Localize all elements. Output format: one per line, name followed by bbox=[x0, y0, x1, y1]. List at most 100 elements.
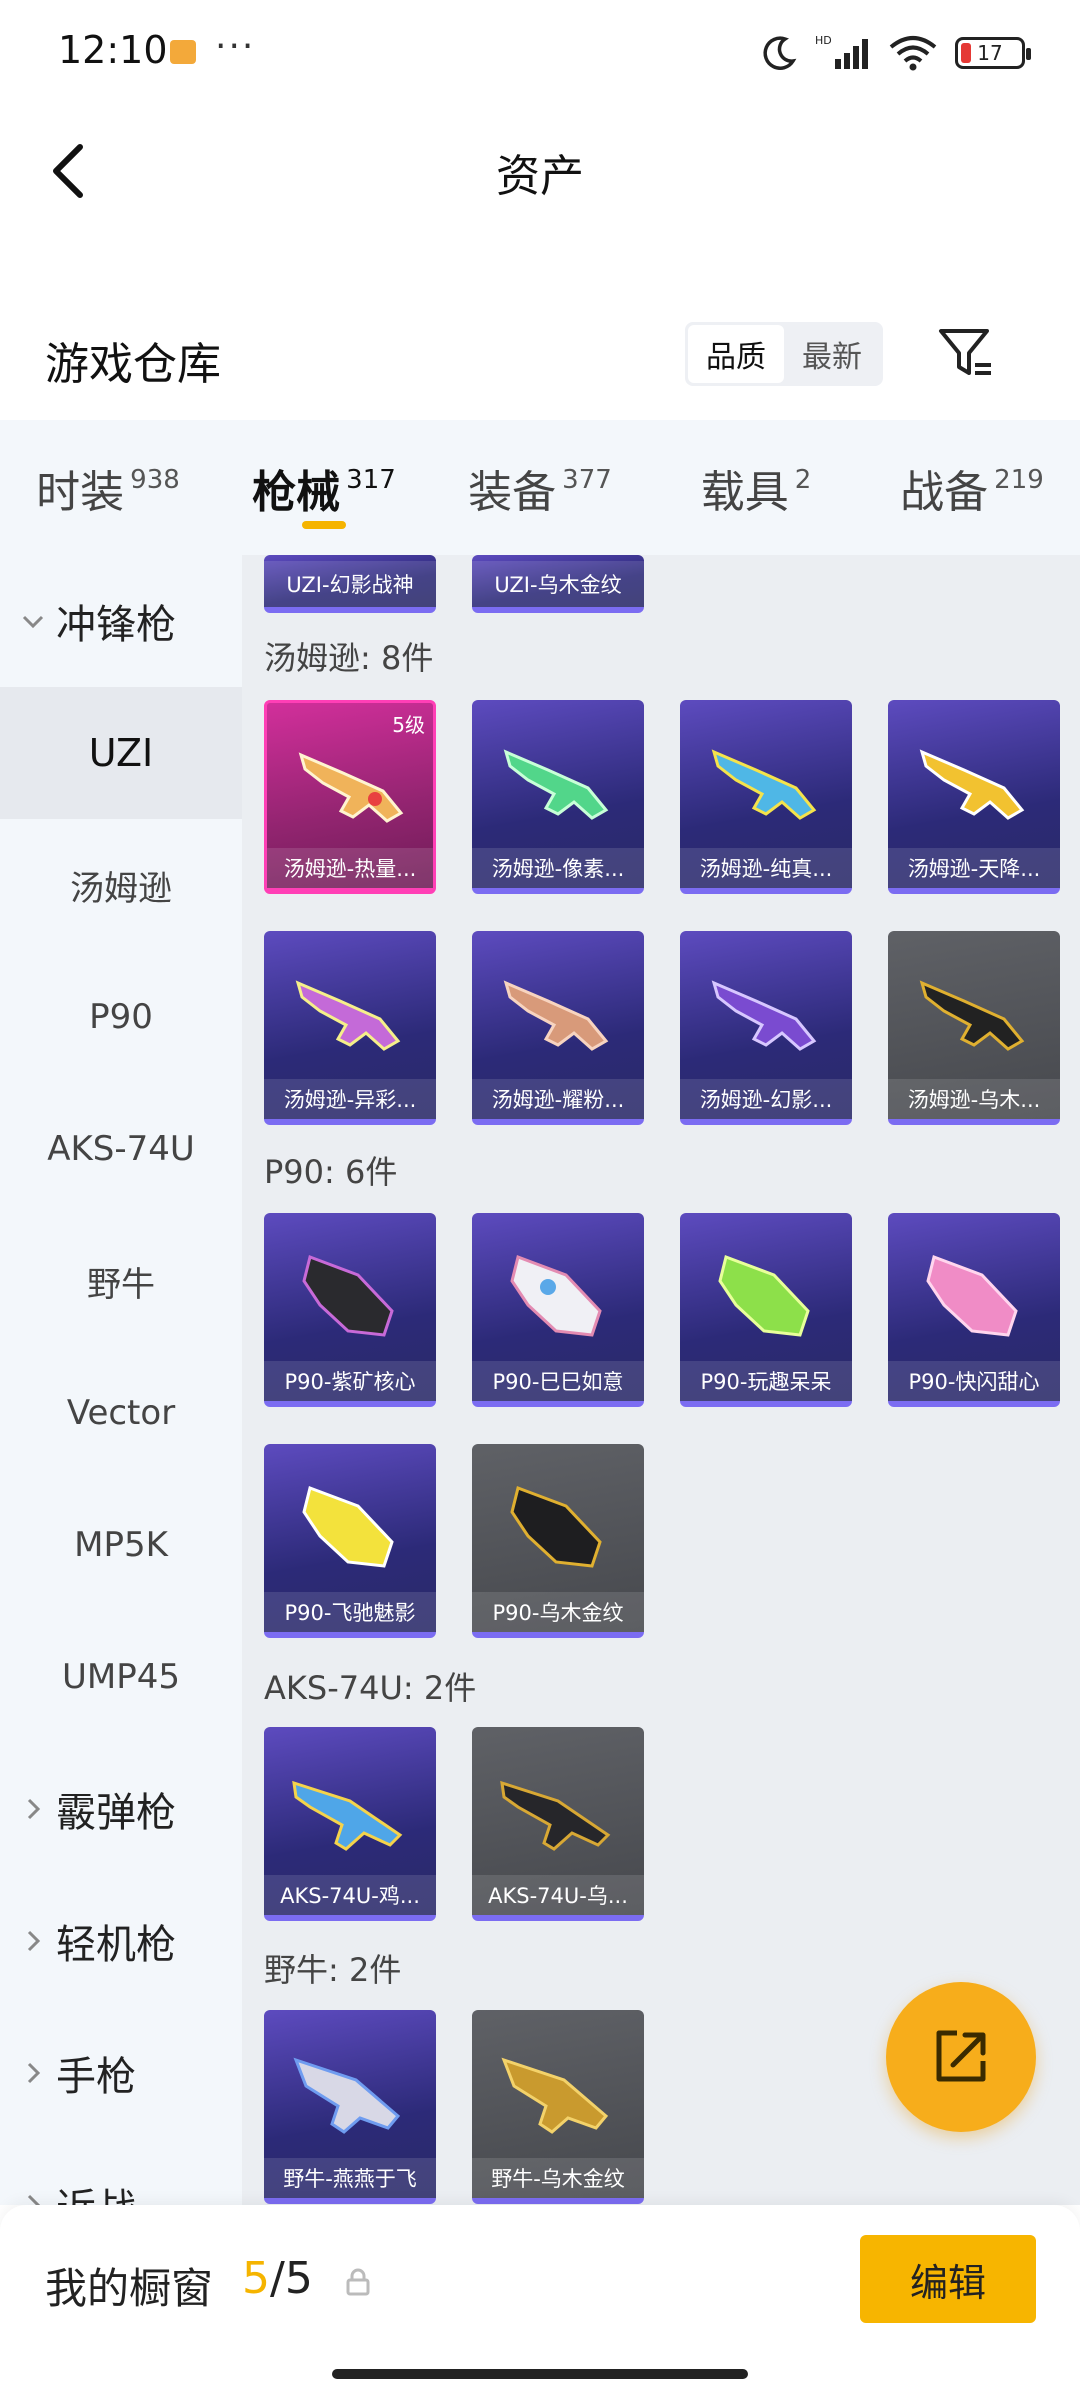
weapon-card[interactable]: P90-巳巳如意 bbox=[472, 1213, 644, 1407]
weapon-card[interactable]: 汤姆逊-乌木... bbox=[888, 931, 1060, 1125]
section-title: AKS-74U: 2件 bbox=[264, 1669, 477, 1707]
showcase-used: 5 bbox=[242, 2253, 270, 2304]
p90-skin-icon bbox=[302, 1486, 394, 1568]
weapon-card[interactable]: AKS-74U-乌... bbox=[472, 1727, 644, 1921]
tab-count: 2 bbox=[794, 464, 812, 495]
tab-count: 219 bbox=[994, 464, 1044, 495]
weapon-card[interactable]: 野牛-燕燕于飞 bbox=[264, 2010, 436, 2204]
weapon-card[interactable]: P90-紫矿核心 bbox=[264, 1213, 436, 1407]
weapon-name: 汤姆逊-天降... bbox=[888, 848, 1060, 888]
battery-icon: 17 bbox=[955, 37, 1031, 69]
weapon-name: AKS-74U-鸡... bbox=[264, 1875, 436, 1915]
tab-equipment[interactable]: 装备 377 bbox=[432, 420, 648, 555]
weapon-card[interactable]: 汤姆逊-幻影... bbox=[680, 931, 852, 1125]
signal-icon: HD bbox=[815, 34, 868, 69]
weapon-name: UZI-幻影战神 bbox=[264, 561, 436, 607]
weapon-card[interactable]: 汤姆逊-像素... bbox=[472, 700, 644, 894]
sidebar-item-aks74u[interactable]: AKS-74U bbox=[0, 1083, 242, 1215]
sidebar-group-label: 手枪 bbox=[56, 2054, 136, 2100]
showcase-count: 5/5 bbox=[242, 2253, 313, 2304]
battery-level: 17 bbox=[977, 41, 1003, 65]
weapon-name: 汤姆逊-幻影... bbox=[680, 1079, 852, 1119]
p90-skin-icon bbox=[718, 1255, 810, 1337]
weapon-name: UZI-乌木金纹 bbox=[472, 561, 644, 607]
weapon-card[interactable]: 5级 汤姆逊-热量... bbox=[264, 700, 436, 894]
tab-battle-gear[interactable]: 战备 219 bbox=[864, 420, 1080, 555]
p90-skin-icon bbox=[926, 1255, 1018, 1337]
status-bar: 12:10 ··· HD 17 bbox=[0, 0, 1080, 110]
showcase-separator: / bbox=[270, 2253, 285, 2304]
tab-count: 938 bbox=[130, 464, 180, 495]
weapon-name: 汤姆逊-乌木... bbox=[888, 1079, 1060, 1119]
weapon-card[interactable]: 汤姆逊-耀粉... bbox=[472, 931, 644, 1125]
tab-firearms[interactable]: 枪械 317 bbox=[216, 420, 432, 555]
filter-button[interactable] bbox=[930, 318, 1000, 388]
tab-count: 377 bbox=[562, 464, 612, 495]
sidebar-group-label: 近战 bbox=[56, 2176, 136, 2205]
section-title: 汤姆逊: 8件 bbox=[264, 639, 434, 677]
p90-skin-icon bbox=[510, 1255, 602, 1337]
weapon-name: 野牛-乌木金纹 bbox=[472, 2158, 644, 2198]
weapon-card[interactable]: P90-飞驰魅影 bbox=[264, 1444, 436, 1638]
weapon-name: P90-巳巳如意 bbox=[472, 1361, 644, 1401]
weapon-card[interactable]: 野牛-乌木金纹 bbox=[472, 2010, 644, 2204]
sidebar-group-pistol[interactable]: 手枪 bbox=[0, 2007, 242, 2139]
wifi-icon bbox=[889, 36, 937, 71]
warehouse-title: 游戏仓库 bbox=[45, 339, 221, 390]
sidebar-group-label: 冲锋枪 bbox=[56, 602, 176, 648]
weapon-card[interactable]: AKS-74U-鸡... bbox=[264, 1727, 436, 1921]
sidebar-item-thompson[interactable]: 汤姆逊 bbox=[0, 819, 242, 951]
tab-label: 载具 bbox=[700, 466, 789, 518]
sidebar-item-bizon[interactable]: 野牛 bbox=[0, 1215, 242, 1347]
weapon-name: P90-飞驰魅影 bbox=[264, 1592, 436, 1632]
sidebar-group-lmg[interactable]: 轻机枪 bbox=[0, 1875, 242, 2007]
weapon-category-sidebar: 冲锋枪 UZI 汤姆逊 P90 AKS-74U 野牛 Vector MP5K U… bbox=[0, 555, 242, 2205]
bizon-skin-icon bbox=[293, 2057, 401, 2134]
sidebar-item-vector[interactable]: Vector bbox=[0, 1347, 242, 1479]
smg-skin-icon bbox=[919, 980, 1025, 1051]
smg-skin-icon bbox=[711, 749, 817, 820]
weapon-card[interactable]: P90-快闪甜心 bbox=[888, 1213, 1060, 1407]
sidebar-item-uzi[interactable]: UZI bbox=[0, 687, 242, 819]
notification-icon bbox=[170, 40, 196, 64]
chevron-down-icon bbox=[22, 615, 44, 629]
sidebar-item-ump45[interactable]: UMP45 bbox=[0, 1611, 242, 1743]
weapon-card[interactable]: 汤姆逊-天降... bbox=[888, 700, 1060, 894]
section-title: 野牛: 2件 bbox=[264, 1951, 402, 1989]
chevron-right-icon bbox=[27, 1798, 41, 1820]
svg-text:HD: HD bbox=[815, 34, 832, 47]
sidebar-group-shotgun[interactable]: 霰弹枪 bbox=[0, 1743, 242, 1875]
weapon-card[interactable]: 汤姆逊-异彩... bbox=[264, 931, 436, 1125]
tab-label: 时装 bbox=[36, 466, 125, 518]
home-indicator[interactable] bbox=[332, 2369, 748, 2379]
weapon-card[interactable]: P90-玩趣呆呆 bbox=[680, 1213, 852, 1407]
sidebar-item-p90[interactable]: P90 bbox=[0, 951, 242, 1083]
sidebar-group-label: 轻机枪 bbox=[56, 1922, 176, 1968]
weapon-card[interactable]: UZI-幻影战神 bbox=[264, 555, 436, 613]
tab-label: 战备 bbox=[900, 466, 989, 518]
sort-by-quality-button[interactable]: 品质 bbox=[688, 325, 784, 383]
weapon-card[interactable]: 汤姆逊-纯真... bbox=[680, 700, 852, 894]
chevron-right-icon bbox=[27, 1930, 41, 1952]
tab-fashion[interactable]: 时装 938 bbox=[0, 420, 216, 555]
showcase-label: 我的橱窗 bbox=[45, 2264, 214, 2313]
sort-by-newest-button[interactable]: 最新 bbox=[784, 325, 880, 383]
tab-vehicles[interactable]: 载具 2 bbox=[648, 420, 864, 555]
sidebar-group-melee[interactable]: 近战 bbox=[0, 2139, 242, 2205]
weapon-name: AKS-74U-乌... bbox=[472, 1875, 644, 1915]
status-time: 12:10 bbox=[58, 28, 168, 72]
weapon-name: P90-玩趣呆呆 bbox=[680, 1361, 852, 1401]
edit-button[interactable]: 编辑 bbox=[860, 2235, 1036, 2323]
weapon-card[interactable]: P90-乌木金纹 bbox=[472, 1444, 644, 1638]
smg-skin-icon bbox=[298, 752, 404, 823]
weapon-card[interactable]: UZI-乌木金纹 bbox=[472, 555, 644, 613]
sidebar-group-smg[interactable]: 冲锋枪 bbox=[0, 555, 242, 687]
sidebar-group-label: 霰弹枪 bbox=[56, 1790, 176, 1836]
weapon-name: 汤姆逊-异彩... bbox=[264, 1079, 436, 1119]
sidebar-item-mp5k[interactable]: MP5K bbox=[0, 1479, 242, 1611]
weapon-name: P90-快闪甜心 bbox=[888, 1361, 1060, 1401]
p90-skin-icon bbox=[510, 1486, 602, 1568]
share-button[interactable] bbox=[886, 1982, 1036, 2132]
category-tabs: 时装 938 枪械 317 装备 377 载具 2 战备 219 bbox=[0, 420, 1080, 555]
page-title: 资产 bbox=[496, 151, 584, 202]
